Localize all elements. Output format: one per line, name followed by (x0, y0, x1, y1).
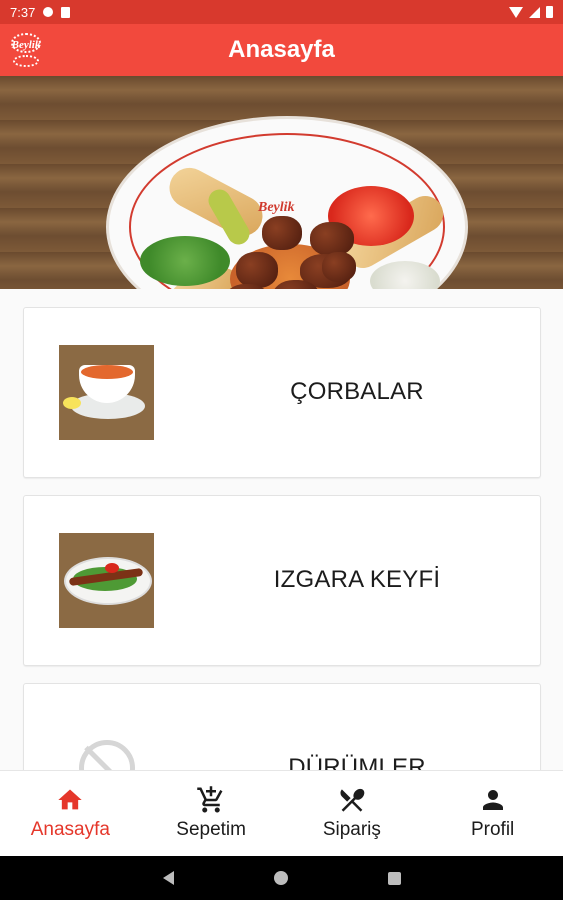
person-icon (482, 790, 503, 810)
hero-carousel[interactable]: Beylik (0, 76, 563, 289)
plate-brand-text: Beylik (258, 200, 295, 215)
status-time: 7:37 (10, 4, 36, 20)
nav-item-profil[interactable]: Profil (422, 771, 563, 856)
nav-label: Anasayfa (30, 819, 110, 840)
system-navigation-bar (0, 856, 563, 900)
category-list[interactable]: ÇORBALAR IZGARA KEYFİ DÜRÜMLER (0, 289, 563, 770)
bottom-navigation: Anasayfa Sepetim Sipariş Profil (0, 770, 563, 856)
nav-label: Sepetim (176, 819, 246, 840)
category-card-izgara-keyfi[interactable]: IZGARA KEYFİ (23, 495, 541, 666)
nav-item-sepetim[interactable]: Sepetim (141, 771, 282, 856)
nav-item-anasayfa[interactable]: Anasayfa (0, 771, 141, 856)
home-circle-icon[interactable] (273, 871, 288, 885)
status-bar: 7:37 (0, 0, 563, 24)
page-title: Anasayfa (228, 36, 335, 63)
app-bar: Beylik Anasayfa (0, 24, 563, 76)
settings-icon (43, 7, 54, 17)
category-card-corbalar[interactable]: ÇORBALAR (23, 307, 541, 478)
home-icon (58, 789, 83, 810)
battery-icon (546, 6, 553, 18)
nav-label: Sipariş (322, 819, 381, 840)
category-label: IZGARA KEYFİ (273, 566, 441, 593)
category-label: DÜRÜMLER (288, 754, 426, 770)
category-thumbnail (59, 345, 154, 440)
back-icon[interactable] (162, 871, 174, 885)
category-label: ÇORBALAR (290, 378, 424, 405)
wifi-icon (509, 6, 523, 18)
nav-label: Profil (470, 819, 515, 840)
placeholder-image-icon (79, 740, 135, 770)
brand-logo: Beylik (6, 26, 46, 74)
utensils-icon (340, 788, 365, 812)
sd-card-icon (61, 6, 71, 18)
recents-icon[interactable] (387, 871, 401, 885)
category-thumbnail (59, 533, 154, 628)
nav-item-siparis[interactable]: Sipariş (282, 771, 423, 856)
category-card-durumler[interactable]: DÜRÜMLER (23, 683, 541, 770)
cell-signal-icon (529, 6, 540, 18)
cart-add-icon (197, 786, 223, 813)
